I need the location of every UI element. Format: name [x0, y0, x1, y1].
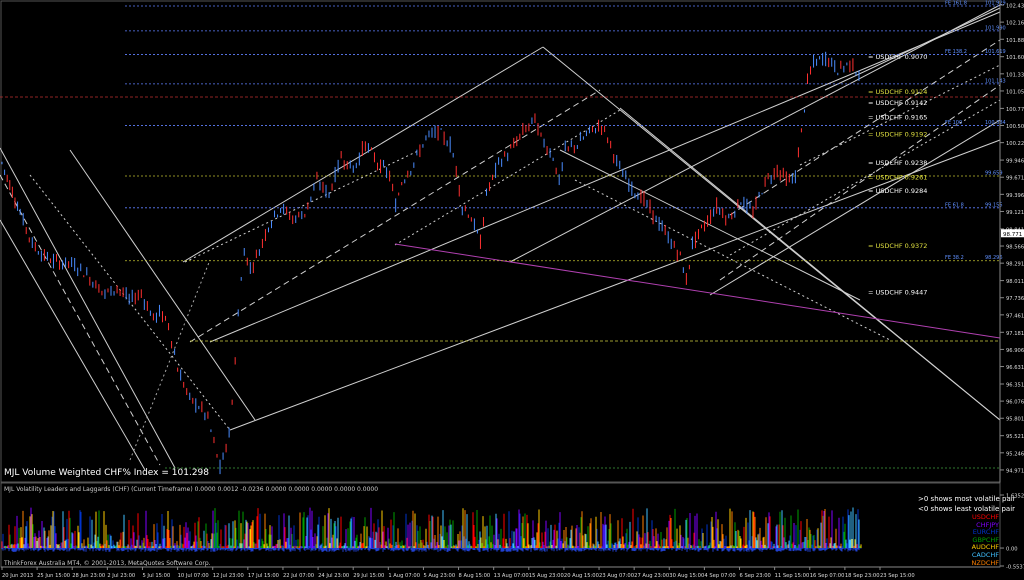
- y-tick-label: 100.501: [1006, 124, 1024, 130]
- cross-rate-label: = USDCHF 0.9124: [868, 88, 927, 96]
- y-tick-label: 98.566: [1006, 245, 1024, 251]
- histogram-tick-label: -0.5537: [1006, 565, 1024, 571]
- y-tick-label: 95.801: [1006, 417, 1024, 423]
- y-tick-label: 101.056: [1006, 89, 1024, 95]
- x-tick-label: 27 Aug 23:00: [634, 573, 669, 579]
- y-tick-label: 101.331: [1006, 72, 1024, 78]
- cross-rate-label: = USDCHF 0.9372: [868, 242, 927, 250]
- x-tick-label: 8 Aug 15:00: [459, 573, 491, 579]
- x-tick-label: 18 Sep 23:00: [845, 573, 880, 579]
- cross-rate-label: = USDCHF 0.9261: [868, 173, 927, 181]
- x-tick-label: 23 Sep 15:00: [880, 573, 915, 579]
- footer-copyright: ThinkForex Australia MT4, © 2001-2013, M…: [4, 560, 211, 567]
- note-least-volatile: <0 shows least volatile pair: [918, 505, 1016, 513]
- x-tick-label: 2 Jul 23:00: [107, 573, 135, 579]
- x-tick-label: 12 Jul 23:00: [213, 573, 244, 579]
- cross-rate-label: = USDCHF 0.9142: [868, 99, 927, 107]
- cross-rate-label: = USDCHF 0.9284: [868, 187, 927, 195]
- x-tick-label: 20 Aug 15:00: [564, 573, 599, 579]
- y-tick-label: 96.351: [1006, 382, 1024, 388]
- cross-rate-label: = USDCHF 0.9070: [868, 53, 927, 61]
- y-tick-label: 98.011: [1006, 279, 1024, 285]
- x-tick-label: 4 Sep 07:00: [704, 573, 735, 579]
- y-tick-label: 96.631: [1006, 365, 1024, 371]
- x-tick-label: 24 Jul 23:00: [318, 573, 349, 579]
- fib-level-label: FE 61.8: [945, 202, 964, 208]
- histogram-title: MJL Volatility Leaders and Laggards (CHF…: [4, 486, 379, 493]
- x-tick-label: 11 Sep 15:00: [775, 573, 810, 579]
- x-tick-label: 6 Sep 23:00: [740, 573, 771, 579]
- x-tick-label: 10 Jul 07:00: [178, 573, 209, 579]
- legend-entry: NZDCHF: [971, 558, 1000, 567]
- x-tick-label: 28 Jun 23:00: [72, 573, 105, 579]
- x-tick-label: 13 Aug 07:00: [494, 573, 529, 579]
- fib-level-value: 101.990: [985, 25, 1006, 31]
- y-tick-label: 100.226: [1006, 141, 1024, 147]
- histogram-legend: USDCHF CHFJPY EURCHF GBPCHF AUDCHF CADCHF NZDC…: [954, 513, 1000, 567]
- fib-level-value: 101.143: [985, 78, 1006, 84]
- x-tick-label: 30 Aug 15:00: [669, 573, 704, 579]
- x-tick-label: 17 Jul 15:00: [248, 573, 279, 579]
- fib-level-value: 101.619: [985, 49, 1006, 55]
- y-tick-label: 98.291: [1006, 262, 1024, 268]
- current-price-label: 98.771: [1003, 232, 1022, 238]
- y-tick-label: 97.181: [1006, 331, 1024, 337]
- x-tick-label: 20 Jun 2013: [2, 573, 33, 579]
- y-tick-label: 99.946: [1006, 159, 1024, 165]
- x-tick-label: 5 Aug 23:00: [423, 573, 455, 579]
- fib-level-label: FE 100: [945, 120, 962, 126]
- indicator-title: MJL Volume Weighted CHF% Index = 101.298: [4, 468, 209, 478]
- x-tick-label: 25 Jun 15:00: [37, 573, 70, 579]
- fib-level-value: 101.929: [985, 0, 1006, 6]
- cross-rate-label: = USDCHF 0.9165: [868, 113, 927, 121]
- y-tick-label: 95.246: [1006, 451, 1024, 457]
- histogram-tick-label: 0.00: [1006, 547, 1018, 553]
- y-tick-label: 94.971: [1006, 468, 1024, 474]
- fib-level-label: FE 38.2: [945, 255, 964, 261]
- y-tick-label: 96.906: [1006, 348, 1024, 354]
- y-tick-label: 99.121: [1006, 210, 1024, 216]
- x-tick-label: 16 Sep 07:00: [810, 573, 845, 579]
- y-tick-label: 95.521: [1006, 434, 1024, 440]
- y-tick-label: 102.436: [1006, 4, 1024, 10]
- y-tick-label: 97.461: [1006, 313, 1024, 319]
- note-most-volatile: >0 shows most volatile pair: [918, 495, 1016, 503]
- y-tick-label: 101.606: [1006, 55, 1024, 61]
- cross-rate-label: = USDCHF 0.9192: [868, 130, 927, 138]
- fib-level-label: FE 138.2: [945, 49, 967, 55]
- x-tick-label: 22 Jul 07:00: [283, 573, 314, 579]
- trading-chart[interactable]: FE 161.8 101.929101.990FE 138.2 101.619101…: [0, 0, 1024, 580]
- cross-rate-label: = USDCHF 0.9447: [868, 288, 927, 296]
- x-tick-label: 29 Jul 15:00: [353, 573, 384, 579]
- x-tick-label: 15 Aug 23:00: [529, 573, 564, 579]
- y-tick-label: 99.396: [1006, 193, 1024, 199]
- x-tick-label: 23 Aug 07:00: [599, 573, 634, 579]
- y-tick-label: 97.736: [1006, 296, 1024, 302]
- cross-rate-label: = USDCHF 0.9238: [868, 159, 927, 167]
- x-tick-label: 1 Aug 07:00: [388, 573, 420, 579]
- y-tick-label: 102.161: [1006, 21, 1024, 27]
- y-tick-label: 101.886: [1006, 38, 1024, 44]
- fib-level-label: FE 161.8: [945, 0, 967, 6]
- y-tick-label: 100.776: [1006, 107, 1024, 113]
- x-tick-label: 5 Jul 15:00: [142, 573, 170, 579]
- y-tick-label: 99.671: [1006, 176, 1024, 182]
- y-tick-label: 96.076: [1006, 400, 1024, 406]
